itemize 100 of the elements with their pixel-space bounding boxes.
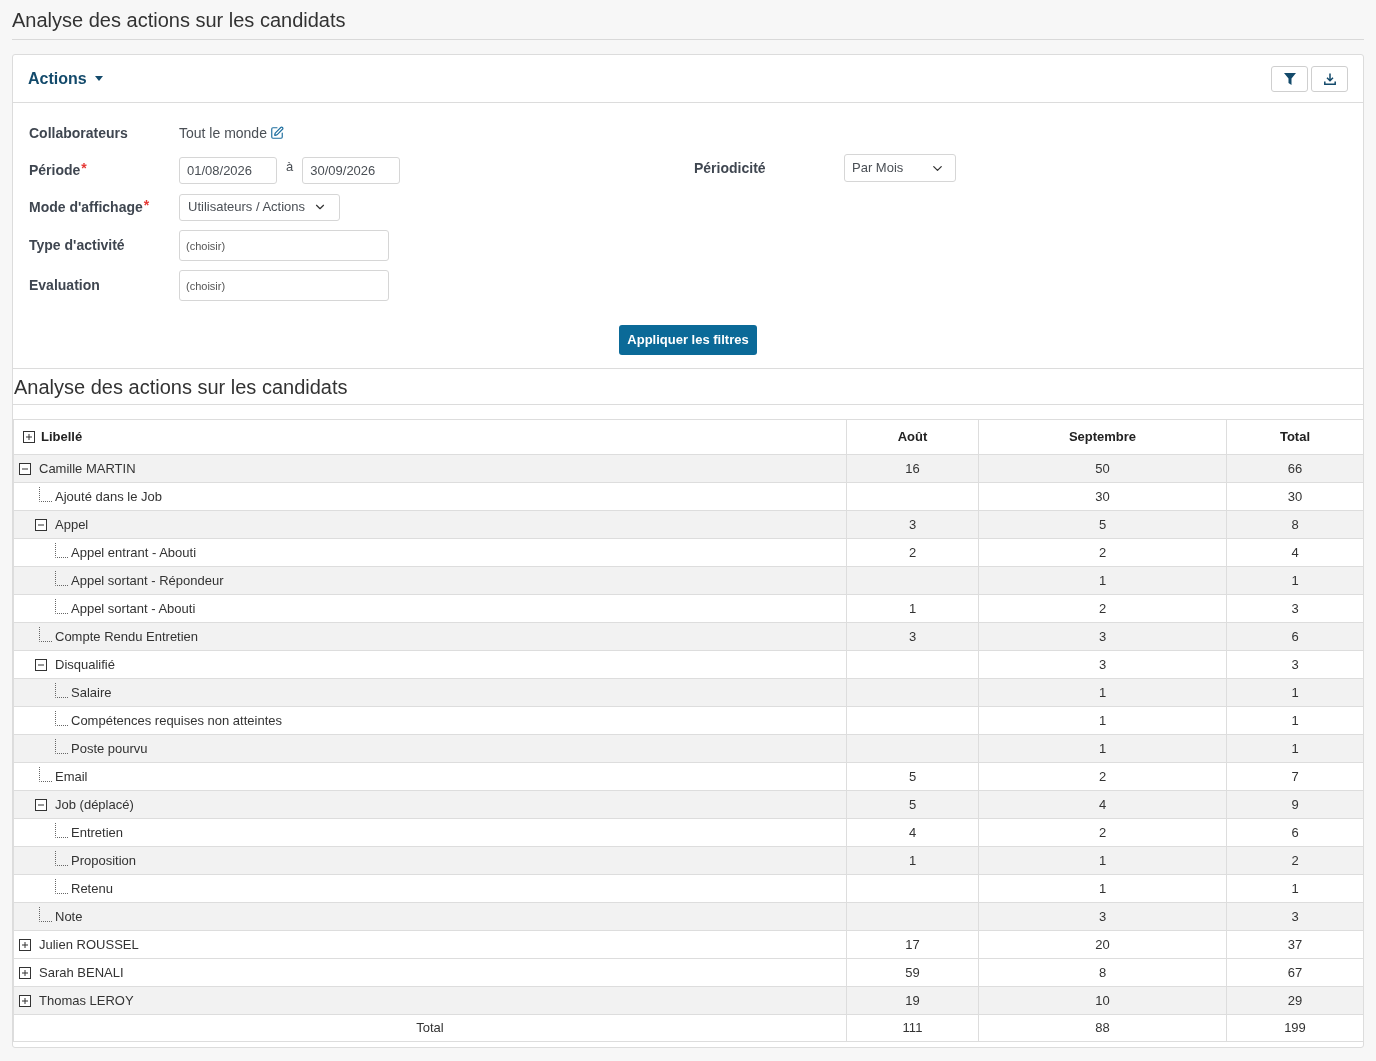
table-cell: 1 (978, 706, 1227, 735)
table-cell: 2 (978, 818, 1227, 847)
table-cell: 16 (846, 454, 979, 483)
row-label: Job (déplacé) (55, 795, 134, 814)
minus-square-icon[interactable] (35, 798, 47, 811)
periodicity-select[interactable]: Par Mois (844, 154, 956, 182)
plus-square-icon[interactable] (23, 431, 35, 443)
filter-label: Mode d'affichage (29, 197, 143, 217)
table-cell: 1 (978, 678, 1227, 707)
table-cell: 30 (1226, 482, 1364, 511)
table-cell: 5 (846, 762, 979, 791)
table-cell: 30 (978, 482, 1227, 511)
table-cell: 2 (978, 538, 1227, 567)
table-cell: 1 (978, 734, 1227, 763)
table-cell: 1 (978, 874, 1227, 903)
table-cell: 4 (978, 790, 1227, 819)
required-mark: * (81, 159, 87, 178)
tree-line-icon (55, 542, 69, 558)
table-cell: 8 (1226, 510, 1364, 539)
table-cell: 37 (1226, 930, 1364, 959)
table-cell: 3 (978, 650, 1227, 679)
table-cell: 5 (978, 510, 1227, 539)
column-header: Août (846, 419, 979, 455)
row-label: Appel sortant - Abouti (71, 599, 196, 618)
table-cell: 1 (846, 846, 979, 875)
table-cell: 67 (1226, 958, 1364, 987)
apply-filters-button[interactable]: Appliquer les filtres (619, 325, 757, 355)
row-label: Appel (55, 515, 89, 534)
table-cell: 3 (1226, 902, 1364, 931)
tree-line-icon (55, 598, 69, 614)
row-label: Sarah BENALI (39, 963, 124, 982)
multiselect-field[interactable]: (choisir) (179, 230, 389, 261)
minus-square-icon[interactable] (35, 658, 47, 671)
table-cell: 5 (846, 790, 979, 819)
table-cell: 1 (1226, 706, 1364, 735)
plus-square-icon[interactable] (19, 966, 31, 979)
table-cell: 6 (1226, 818, 1364, 847)
table-cell: 2 (978, 594, 1227, 623)
row-label: Ajouté dans le Job (55, 487, 162, 506)
total-cell: 111 (846, 1014, 979, 1042)
total-label: Total (13, 1014, 847, 1042)
minus-square-icon[interactable] (35, 518, 47, 531)
tree-line-icon (39, 766, 53, 782)
column-header: Septembre (978, 419, 1227, 455)
caret-icon (94, 76, 103, 81)
table-cell: 19 (846, 986, 979, 1015)
row-label: Retenu (71, 879, 113, 898)
display-mode-select[interactable]: Utilisateurs / Actions (179, 193, 341, 221)
multiselect-field[interactable]: (choisir) (179, 270, 389, 301)
column-header: Total (1226, 419, 1364, 455)
collaborators-value: Tout le monde (179, 123, 267, 143)
row-label: Poste pourvu (71, 739, 148, 758)
table-cell: 6 (1226, 622, 1364, 651)
table-cell: 20 (978, 930, 1227, 959)
filter-label: Périodicité (694, 158, 767, 178)
table-cell: 8 (978, 958, 1227, 987)
row-label: Note (55, 907, 83, 926)
table-cell: 3 (846, 622, 979, 651)
row-label: Entretien (71, 823, 124, 842)
download-icon (1323, 72, 1336, 85)
filter-icon (1283, 72, 1296, 85)
edit-icon[interactable] (269, 126, 284, 140)
table-cell: 2 (978, 762, 1227, 791)
table-cell: 1 (978, 846, 1227, 875)
table-cell: 1 (1226, 566, 1364, 595)
date-to-field[interactable]: 30/09/2026 (302, 156, 401, 184)
download-button[interactable] (1311, 65, 1348, 92)
table-cell: 1 (846, 594, 979, 623)
tree-line-icon (55, 710, 69, 726)
table-cell: 10 (978, 986, 1227, 1015)
plus-square-icon[interactable] (19, 994, 31, 1007)
filter-label: Période (29, 160, 81, 180)
table-cell: 3 (978, 902, 1227, 931)
page-title: Analyse des actions sur les candidats (12, 7, 346, 33)
table-cell: 3 (978, 622, 1227, 651)
row-label: Appel entrant - Abouti (71, 543, 197, 562)
column-header: Libellé (41, 428, 83, 447)
date-from-field[interactable]: 01/08/2026 (179, 156, 277, 184)
tree-line-icon (39, 906, 53, 922)
row-label: Email (55, 767, 88, 786)
filter-label: Type d'activité (29, 236, 125, 255)
row-label: Camille MARTIN (39, 459, 136, 478)
range-separator: à (286, 158, 294, 177)
table-cell: 66 (1226, 454, 1364, 483)
tree-line-icon (55, 738, 69, 754)
row-label: Thomas LEROY (39, 991, 134, 1010)
table-cell: 3 (1226, 594, 1364, 623)
tree-line-icon (55, 682, 69, 698)
filter-button[interactable] (1271, 65, 1308, 92)
table-cell: 59 (846, 958, 979, 987)
row-label: Disqualifié (55, 655, 115, 674)
tree-line-icon (55, 878, 69, 894)
table-cell: 2 (1226, 846, 1364, 875)
actions-dropdown[interactable]: Actions (28, 66, 103, 91)
table-cell: 17 (846, 930, 979, 959)
table-cell: 50 (978, 454, 1227, 483)
minus-square-icon[interactable] (19, 462, 31, 475)
plus-square-icon[interactable] (19, 938, 31, 951)
tree-line-icon (55, 822, 69, 838)
tree-line-icon (55, 850, 69, 866)
